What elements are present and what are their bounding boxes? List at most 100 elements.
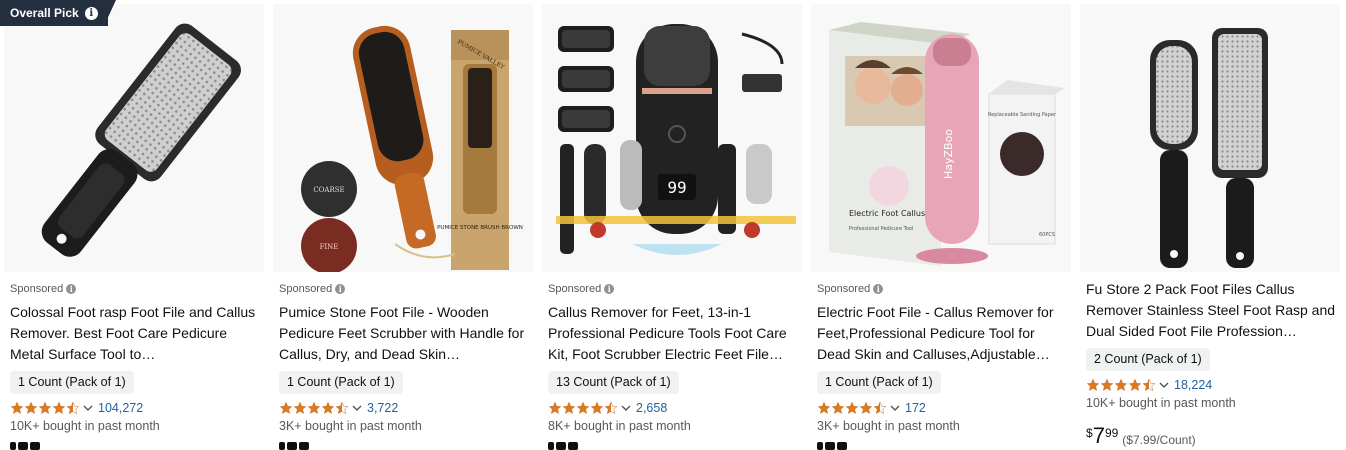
product-card[interactable]: 99 Sponsored i Callus Remover for Feet, 1… [538,0,802,450]
info-icon[interactable]: i [604,284,615,294]
paper-count: 60PCS [1039,232,1055,238]
star-icon [24,401,38,414]
chevron-down-icon[interactable] [352,403,362,413]
count-pill[interactable]: 1 Count (Pack of 1) [817,371,941,394]
bought-count: 8K+ bought in past month [548,419,691,433]
chevron-down-icon[interactable] [621,403,631,413]
chevron-down-icon[interactable] [1159,380,1169,390]
coarse-label: COARSE [313,186,344,194]
bought-count: 10K+ bought in past month [1086,396,1236,410]
device-brand: HayZBoo [942,129,955,179]
product-image[interactable] [4,4,264,272]
review-count[interactable]: 2,658 [636,401,667,415]
display-readout: 99 [667,178,686,197]
price-partial [817,442,847,450]
star-rating [10,401,80,415]
review-count[interactable]: 3,722 [367,401,398,415]
sponsored-label[interactable]: Sponsored i [817,283,884,295]
price-fraction: 99 [1104,426,1119,440]
callus-remover-kit-image: 99 [542,4,802,272]
chevron-down-icon[interactable] [83,403,93,413]
rating-row[interactable]: 2,658 [548,400,667,416]
star-rating [817,401,887,415]
product-image[interactable]: PUMICE VALLEY PUMICE STONE BRUSH BROWN C… [273,4,533,272]
star-rating [279,401,349,415]
half-star-icon [66,401,80,415]
star-icon [279,401,293,414]
product-grid: Overall Pick i Sponsored i Colossal Foot… [0,0,1346,450]
unit-price: ($7.99/Count) [1122,433,1196,447]
sponsored-label[interactable]: Sponsored i [10,283,77,295]
product-card[interactable]: Electric Foot Callus Remover Professiona… [807,0,1071,450]
star-icon [10,401,24,414]
bought-count: 3K+ bought in past month [279,419,422,433]
box-label: PUMICE STONE BRUSH BROWN [437,225,523,231]
product-title[interactable]: Fu Store 2 Pack Foot Files Callus Remove… [1086,279,1338,342]
star-icon [293,401,307,414]
price-whole: 7 [1092,423,1105,448]
sponsored-label[interactable]: Sponsored i [279,283,346,295]
box-subtitle: Professional Pedicure Tool [849,226,913,232]
rating-row[interactable]: 3,722 [279,400,398,416]
product-card[interactable]: PUMICE VALLEY PUMICE STONE BRUSH BROWN C… [269,0,533,450]
star-icon [321,401,335,414]
star-icon [1086,378,1100,391]
foot-files-two-pack-image [1080,4,1340,272]
badge-label: Overall Pick [10,6,79,20]
star-icon [831,401,845,414]
star-icon [562,401,576,414]
price-symbol: $ [1086,426,1093,440]
half-star-icon [604,401,618,415]
price[interactable]: $ 7 99 ($7.99/Count) [1086,424,1196,448]
star-icon [548,401,562,414]
star-icon [817,401,831,414]
pumice-file-image: PUMICE VALLEY PUMICE STONE BRUSH BROWN C… [273,4,533,272]
count-pill[interactable]: 1 Count (Pack of 1) [279,371,403,394]
bought-count: 3K+ bought in past month [817,419,960,433]
badge-tail [104,0,116,26]
star-icon [590,401,604,414]
price-partial [10,442,40,450]
review-count[interactable]: 172 [905,401,926,415]
count-pill[interactable]: 1 Count (Pack of 1) [10,371,134,394]
product-image[interactable]: 99 [542,4,802,272]
review-count[interactable]: 104,272 [98,401,143,415]
product-image[interactable] [1080,4,1340,272]
review-count[interactable]: 18,224 [1174,378,1212,392]
chevron-down-icon[interactable] [890,403,900,413]
info-icon[interactable]: i [335,284,346,294]
star-rating [548,401,618,415]
product-title[interactable]: Callus Remover for Feet, 13-in-1 Profess… [548,302,798,365]
star-icon [1128,378,1142,391]
star-icon [859,401,873,414]
rating-row[interactable]: 18,224 [1086,377,1212,393]
info-icon[interactable]: i [66,284,77,294]
star-icon [1114,378,1128,391]
price-partial [548,442,578,450]
half-star-icon [1142,378,1156,392]
count-pill[interactable]: 13 Count (Pack of 1) [548,371,679,394]
star-icon [845,401,859,414]
star-rating [1086,378,1156,392]
product-card[interactable]: Overall Pick i Sponsored i Colossal Foot… [0,0,264,450]
product-title[interactable]: Colossal Foot rasp Foot File and Callus … [10,302,260,365]
info-icon[interactable]: i [84,6,98,20]
fine-label: FINE [320,243,339,251]
product-title[interactable]: Electric Foot File - Callus Remover for … [817,302,1067,365]
rating-row[interactable]: 172 [817,400,926,416]
half-star-icon [335,401,349,415]
sponsored-label[interactable]: Sponsored i [548,283,615,295]
star-icon [576,401,590,414]
star-icon [307,401,321,414]
electric-foot-file-image: Electric Foot Callus Remover Professiona… [811,4,1071,272]
count-pill[interactable]: 2 Count (Pack of 1) [1086,348,1210,371]
product-card[interactable]: Fu Store 2 Pack Foot Files Callus Remove… [1076,0,1342,450]
info-icon[interactable]: i [873,284,884,294]
bought-count: 10K+ bought in past month [10,419,160,433]
rating-row[interactable]: 104,272 [10,400,143,416]
product-image[interactable]: Electric Foot Callus Remover Professiona… [811,4,1071,272]
half-star-icon [873,401,887,415]
product-title[interactable]: Pumice Stone Foot File - Wooden Pedicure… [279,302,529,365]
foot-rasp-image [4,4,264,272]
paper-title: Replaceable Sanding Paper [988,112,1057,118]
